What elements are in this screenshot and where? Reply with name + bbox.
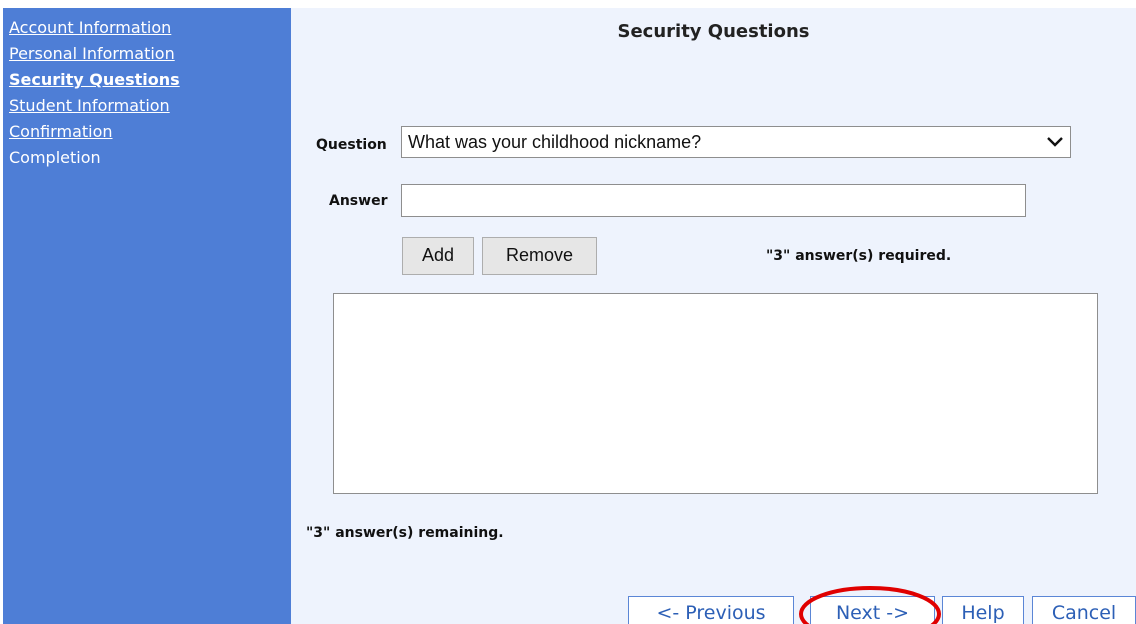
page-title: Security Questions bbox=[617, 21, 810, 42]
sidebar-item-account-information[interactable]: Account Information bbox=[9, 15, 291, 41]
answer-input[interactable] bbox=[401, 184, 1026, 217]
question-label: Question bbox=[316, 137, 387, 153]
sidebar-item-student-information[interactable]: Student Information bbox=[9, 93, 291, 119]
question-select-value: What was your childhood nickname? bbox=[408, 132, 702, 152]
answers-listbox[interactable] bbox=[333, 293, 1098, 494]
previous-button[interactable]: <- Previous bbox=[628, 596, 794, 624]
sidebar-item-completion: Completion bbox=[9, 148, 101, 167]
chevron-down-icon bbox=[1047, 137, 1063, 147]
help-button[interactable]: Help bbox=[942, 596, 1024, 624]
next-button[interactable]: Next -> bbox=[810, 596, 935, 624]
add-button[interactable]: Add bbox=[402, 237, 474, 275]
remaining-note: "3" answer(s) remaining. bbox=[306, 525, 504, 541]
answer-label: Answer bbox=[329, 193, 388, 209]
sidebar-item-security-questions[interactable]: Security Questions bbox=[9, 67, 291, 93]
remove-button[interactable]: Remove bbox=[482, 237, 597, 275]
sidebar-nav: Account Information Personal Information… bbox=[3, 8, 291, 624]
question-select[interactable]: What was your childhood nickname? bbox=[401, 126, 1071, 158]
page: Account Information Personal Information… bbox=[0, 0, 1136, 624]
sidebar-item-confirmation[interactable]: Confirmation bbox=[9, 119, 291, 145]
cancel-button[interactable]: Cancel bbox=[1032, 596, 1136, 624]
main-panel: Security Questions Question What was you… bbox=[291, 8, 1136, 624]
sidebar-item-personal-information[interactable]: Personal Information bbox=[9, 41, 291, 67]
required-note: "3" answer(s) required. bbox=[766, 248, 952, 264]
